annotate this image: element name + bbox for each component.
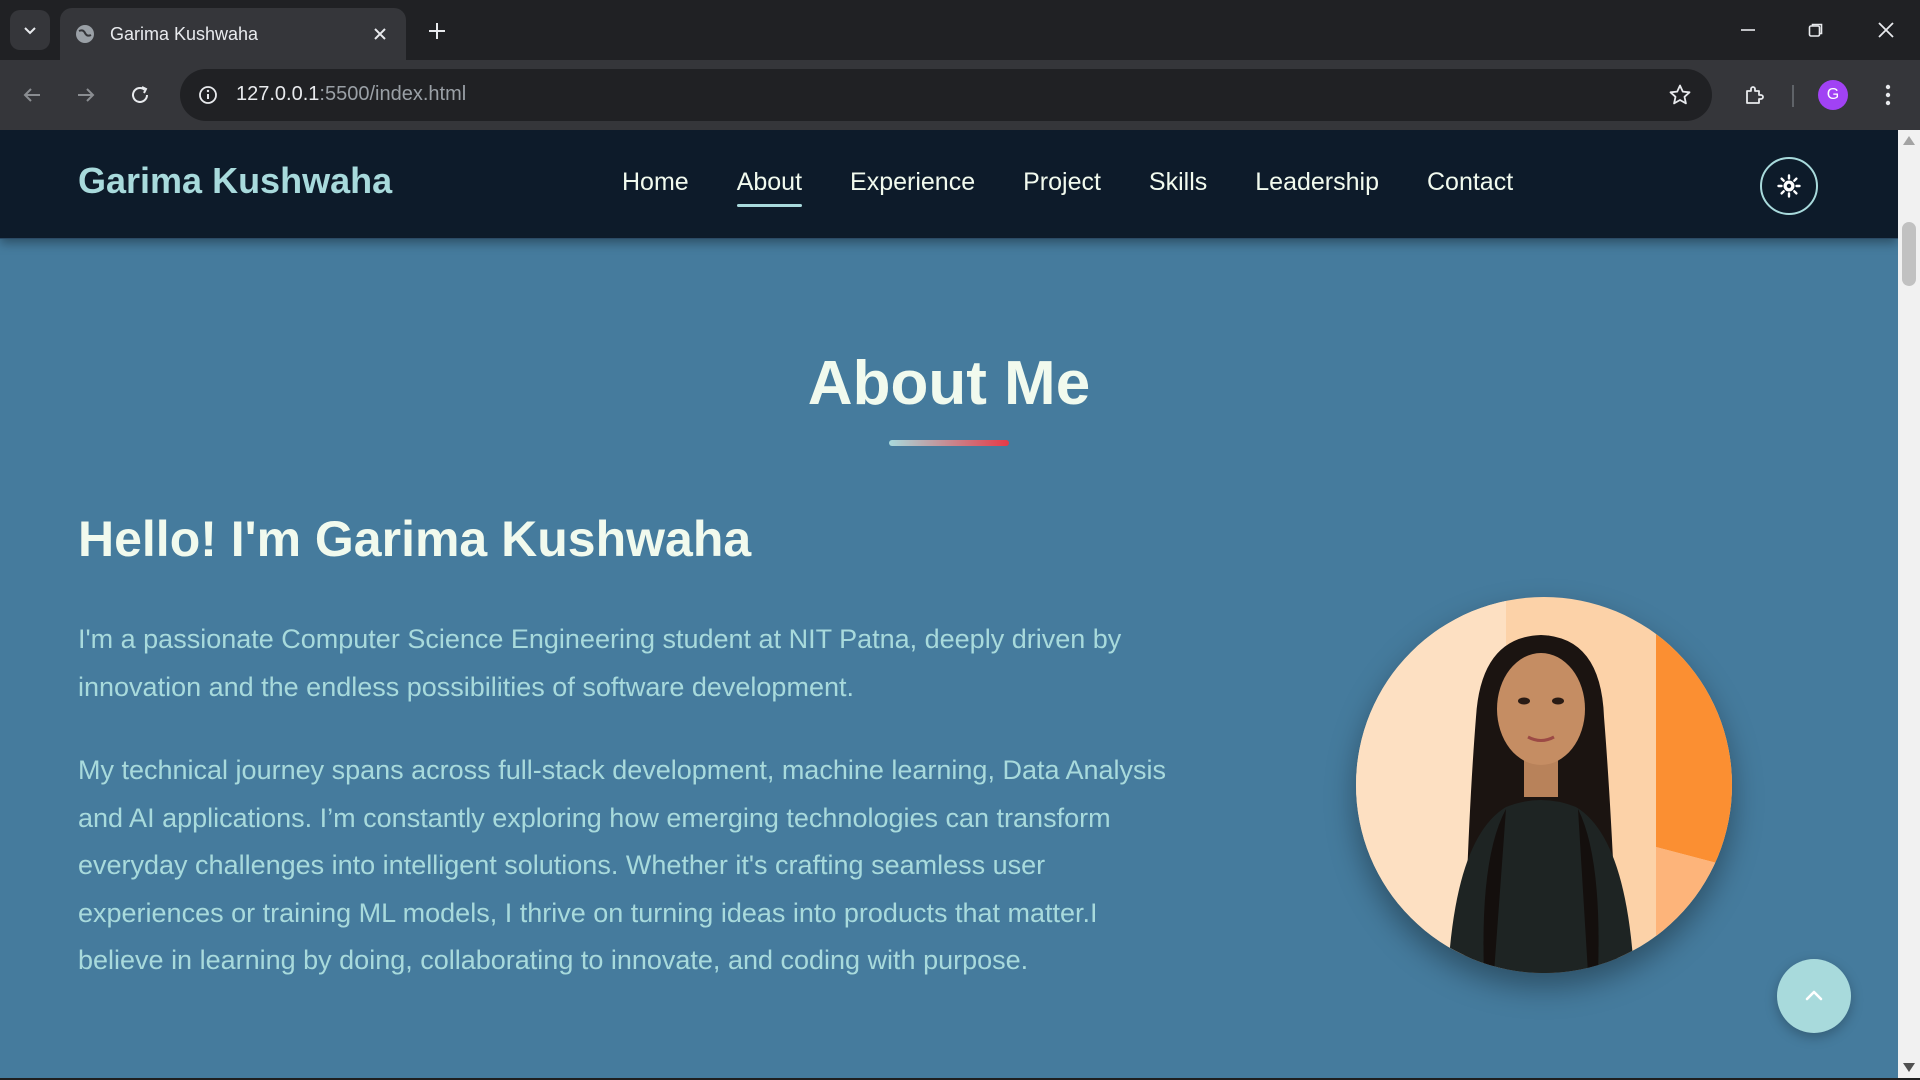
toolbar-separator [1792,85,1794,107]
browser-tabstrip: Garima Kushwaha [0,0,1920,60]
minimize-icon [1741,29,1755,31]
page-viewport: Garima Kushwaha Home About Experience Pr… [0,130,1898,1078]
globe-icon [76,25,94,43]
browser-menu-button[interactable] [1870,75,1906,115]
puzzle-icon [1746,86,1764,104]
about-paragraph-2: My technical journey spans across full-s… [78,755,1167,975]
restore-button[interactable] [1786,8,1846,52]
nav-link-contact[interactable]: Contact [1427,168,1513,207]
address-bar[interactable]: 127.0.0.1:5500/index.html [180,69,1712,121]
reload-button[interactable] [120,75,160,115]
url-text: 127.0.0.1:5500/index.html [236,83,467,105]
bookmark-star-button[interactable] [1666,81,1694,109]
new-tab-button[interactable] [420,14,454,48]
browser-tab[interactable]: Garima Kushwaha [60,8,406,60]
tab-close-button[interactable] [368,22,392,46]
nav-link-skills[interactable]: Skills [1149,168,1207,207]
about-heading: Hello! I'm Garima Kushwaha [78,511,752,567]
star-icon [1669,84,1691,105]
nav-links: Home About Experience Project Skills Lea… [622,168,1561,207]
extensions-button[interactable] [1735,75,1775,115]
arrow-left-icon [23,88,40,102]
about-paragraph-1: I'm a passionate Computer Science Engine… [78,624,1122,702]
back-to-top-button[interactable] [1777,959,1851,1033]
forward-button[interactable] [66,75,106,115]
arrow-right-icon [78,88,95,102]
restore-icon [1808,23,1823,37]
nav-link-leadership[interactable]: Leadership [1255,168,1379,207]
sun-icon [1777,174,1801,198]
chevron-down-icon [24,27,36,35]
close-icon [1878,22,1894,38]
section-title: About Me [807,349,1091,418]
nav-link-about[interactable]: About [736,168,803,207]
nav-link-experience[interactable]: Experience [850,168,975,207]
tab-search-button[interactable] [10,10,50,50]
profile-photo [1356,597,1732,973]
plus-icon [429,23,445,39]
close-window-button[interactable] [1856,8,1916,52]
scrollbar-thumb[interactable] [1902,222,1916,286]
minimize-button[interactable] [1718,8,1778,52]
close-icon [374,28,386,40]
browser-toolbar: 127.0.0.1:5500/index.html [0,60,1920,130]
reload-icon [132,86,148,103]
scroll-down-arrow[interactable] [1903,1063,1915,1072]
theme-toggle-button[interactable] [1760,157,1818,215]
more-vertical-icon [1885,84,1891,106]
title-underline [889,440,1009,446]
chevron-up-icon [1805,990,1823,1001]
scroll-up-arrow[interactable] [1903,136,1915,145]
page-scrollbar[interactable] [1898,130,1920,1078]
profile-avatar[interactable]: G [1818,80,1848,110]
nav-link-home[interactable]: Home [622,168,689,207]
site-info-button[interactable] [192,79,224,111]
info-icon [199,86,217,104]
site-navbar: Garima Kushwaha Home About Experience Pr… [0,130,1898,239]
tab-title: Garima Kushwaha [110,23,259,44]
nav-link-project[interactable]: Project [1023,168,1101,207]
back-button[interactable] [12,75,52,115]
site-brand[interactable]: Garima Kushwaha [78,160,392,202]
